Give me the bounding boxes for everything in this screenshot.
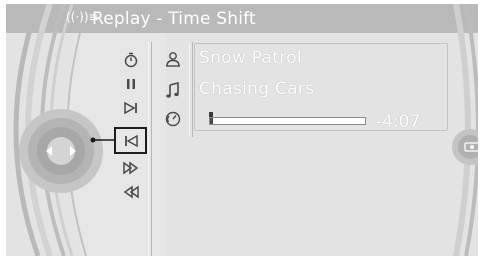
pause-icon[interactable] <box>114 73 147 94</box>
music-note-icon <box>161 79 185 101</box>
progress-bar <box>209 117 366 125</box>
progress-fill <box>210 118 214 124</box>
progress-marker <box>209 112 213 117</box>
right-bezel <box>452 4 478 256</box>
fast-rewind-icon[interactable] <box>114 181 147 202</box>
timer-icon[interactable] <box>114 49 147 70</box>
track-title: Chasing Cars <box>199 79 315 99</box>
display-screen: ((·))≡ Replay - Time Shift Snow Patrol C… <box>6 4 478 256</box>
media-button-icon[interactable] <box>462 140 478 154</box>
rewind-icon[interactable] <box>114 127 147 154</box>
remaining-time: -4:07 <box>376 112 421 132</box>
fast-forward-icon[interactable] <box>114 157 147 178</box>
page-title: Replay - Time Shift <box>92 9 256 29</box>
artist-name: Snow Patrol <box>199 48 302 68</box>
skip-next-icon[interactable] <box>114 97 147 118</box>
artist-icon <box>161 48 185 70</box>
time-dial-icon <box>161 108 185 130</box>
